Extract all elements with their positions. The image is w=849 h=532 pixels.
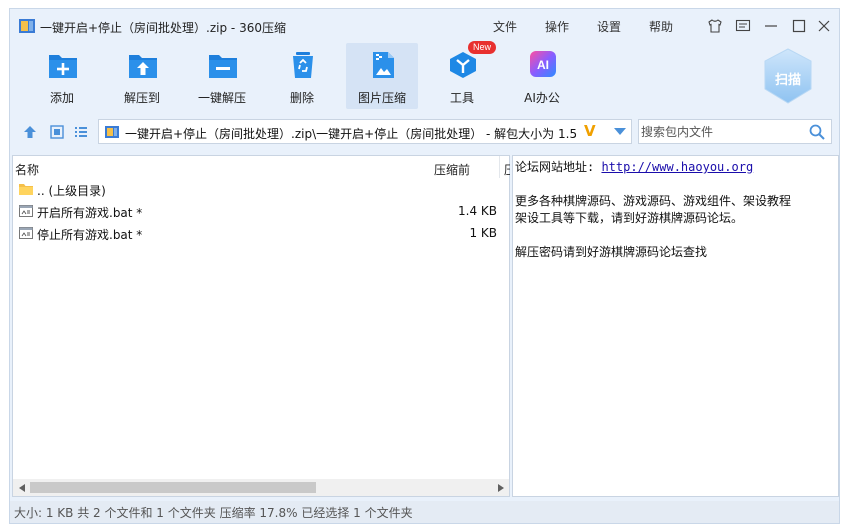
maximize-icon[interactable] <box>790 17 808 35</box>
extract-to-label: 解压到 <box>123 91 160 105</box>
title-bar: 一键开启+停止（房间批处理）.zip - 360压缩 文件 操作 设置 帮助 <box>10 9 839 43</box>
path-bar[interactable]: 一键开启+停止（房间批处理）.zip\一键开启+停止（房间批处理） - 解包大小… <box>98 119 632 144</box>
one-click-extract-label: 一键解压 <box>197 91 246 105</box>
scan-label: 扫描 <box>774 73 801 88</box>
up-arrow-icon[interactable] <box>23 125 37 139</box>
image-compress-button[interactable]: 图片压缩 <box>346 43 418 109</box>
menu-help[interactable]: 帮助 <box>649 18 673 35</box>
extract-to-folder-icon <box>129 55 157 78</box>
horizontal-scrollbar[interactable] <box>13 479 509 496</box>
image-compress-icon <box>373 52 394 78</box>
path-dropdown-button[interactable] <box>609 120 631 143</box>
ai-office-button[interactable]: AI AI办公 <box>506 43 578 109</box>
one-click-extract-button[interactable]: 一键解压 <box>186 43 258 109</box>
delete-button[interactable]: 删除 <box>266 43 338 109</box>
file-list-header: 名称 压缩前 压 <box>13 156 510 178</box>
status-bar: 大小: 1 KB 共 2 个文件和 1 个文件夹 压缩率 17.8% 已经选择 … <box>10 501 839 523</box>
window-title: 一键开启+停止（房间批处理）.zip - 360压缩 <box>40 21 286 35</box>
zip-file-icon <box>105 126 119 138</box>
search-icon[interactable] <box>809 124 825 140</box>
list-item[interactable]: 停止所有游戏.bat * 1 KB <box>13 222 509 244</box>
menu-file[interactable]: 文件 <box>493 18 517 35</box>
ai-icon-text: AI <box>537 58 549 72</box>
archive-app-icon <box>19 19 35 33</box>
v-mark: V <box>584 122 596 140</box>
column-name[interactable]: 名称 <box>15 161 39 178</box>
delete-label: 删除 <box>289 91 314 105</box>
close-icon[interactable] <box>815 17 833 35</box>
search-box[interactable] <box>638 119 832 144</box>
list-view-icon[interactable] <box>74 125 88 139</box>
minimize-icon[interactable] <box>762 17 780 35</box>
tools-label: 工具 <box>449 91 474 105</box>
file-name: .. (上级目录) <box>37 184 106 198</box>
file-name: 开启所有游戏.bat * <box>37 206 143 220</box>
search-input[interactable] <box>641 123 801 141</box>
chevron-down-icon <box>614 127 626 135</box>
address-row: 一键开启+停止（房间批处理）.zip\一键开启+停止（房间批处理） - 解包大小… <box>10 117 839 147</box>
one-click-extract-icon <box>209 55 237 78</box>
new-badge: New <box>468 41 497 54</box>
folder-icon <box>19 184 33 195</box>
column-size-before[interactable]: 压缩前 <box>434 161 470 178</box>
file-name: 停止所有游戏.bat * <box>37 228 143 242</box>
add-label: 添加 <box>49 91 74 105</box>
menu-settings[interactable]: 设置 <box>597 18 621 35</box>
recycle-bin-icon <box>293 52 313 78</box>
list-item[interactable]: .. (上级目录) <box>13 178 509 200</box>
image-compress-label: 图片压缩 <box>357 91 406 105</box>
skin-icon[interactable] <box>706 17 724 35</box>
thumbnail-view-icon[interactable] <box>50 125 64 139</box>
app-window: 一键开启+停止（房间批处理）.zip - 360压缩 文件 操作 设置 帮助 添… <box>9 8 840 524</box>
scroll-left-icon[interactable] <box>13 479 30 496</box>
path-text: 一键开启+停止（房间批处理）.zip\一键开启+停止（房间批处理） - 解包大小… <box>125 127 581 141</box>
forum-link[interactable]: http://www.haoyou.org <box>601 160 753 174</box>
status-text: 大小: 1 KB 共 2 个文件和 1 个文件夹 压缩率 17.8% 已经选择 … <box>14 506 413 520</box>
file-size: 1 KB <box>469 226 497 240</box>
column-size-after[interactable]: 压 <box>504 161 510 178</box>
file-size: 1.4 KB <box>458 204 497 218</box>
comment-line: 解压密码请到好游棋牌源码论坛查找 <box>515 245 708 259</box>
archive-comment-pane: 论坛网站地址: http://www.haoyou.org 更多各种棋牌源码、游… <box>512 155 839 497</box>
forum-address-label: 论坛网站地址: <box>515 160 602 174</box>
add-folder-icon <box>49 55 77 78</box>
tools-icon <box>450 52 476 78</box>
column-separator[interactable] <box>499 156 500 178</box>
comment-line: 更多各种棋牌源码、游戏源码、游戏组件、架设教程 <box>515 194 792 208</box>
scan-button[interactable]: 扫描 <box>762 47 814 105</box>
add-button[interactable]: 添加 <box>26 43 98 109</box>
ai-office-label: AI办公 <box>524 91 560 105</box>
toolbar: 添加 解压到 一键解压 删除 图片压缩 New 工具 AI AI办公 扫描 <box>10 41 839 117</box>
comment-line: 架设工具等下载，请到好游棋牌源码论坛。 <box>515 211 744 225</box>
tools-button[interactable]: New 工具 <box>426 41 498 109</box>
message-icon[interactable] <box>734 17 752 35</box>
scrollbar-thumb[interactable] <box>30 482 316 493</box>
list-item[interactable]: 开启所有游戏.bat * 1.4 KB <box>13 200 509 222</box>
bat-file-icon <box>19 205 33 217</box>
menu-operate[interactable]: 操作 <box>545 18 569 35</box>
bat-file-icon <box>19 227 33 239</box>
extract-to-button[interactable]: 解压到 <box>106 43 178 109</box>
file-list-pane: 名称 压缩前 压 .. (上级目录) 开启所有游戏.bat * <box>12 155 510 497</box>
ai-office-icon: AI <box>530 51 556 77</box>
scroll-right-icon[interactable] <box>492 479 509 496</box>
